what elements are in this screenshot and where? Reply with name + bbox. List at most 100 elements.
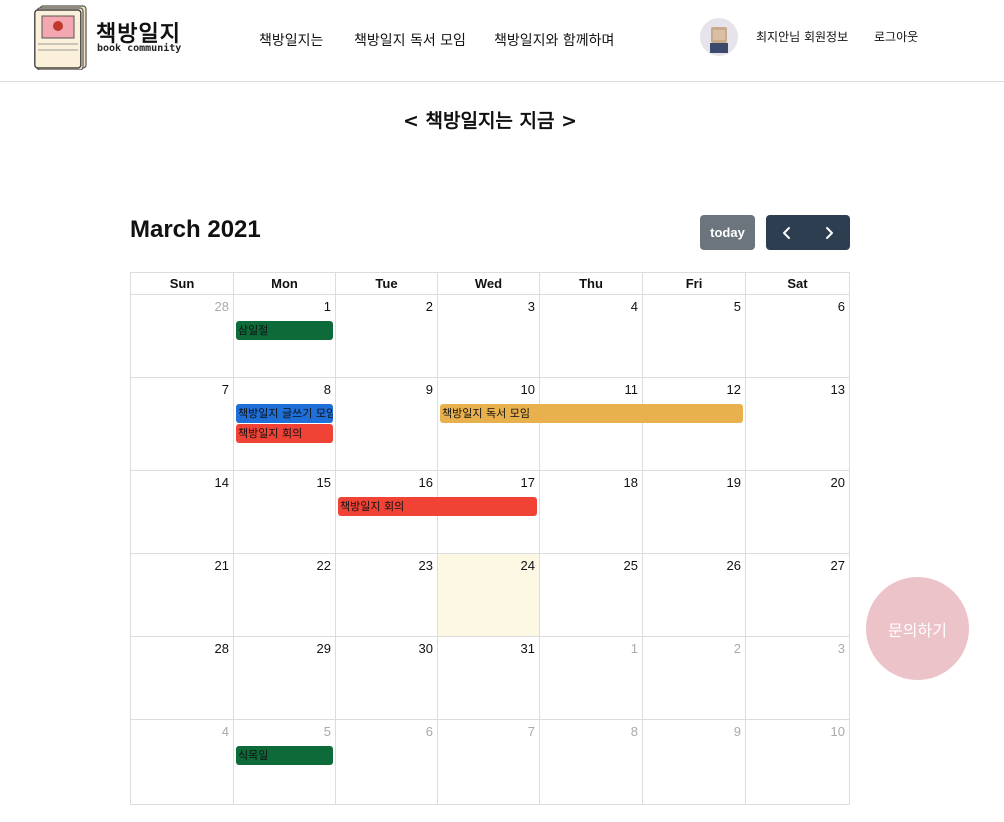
day-cell[interactable]: 20 <box>745 471 850 554</box>
day-number[interactable]: 3 <box>838 641 845 656</box>
nav-about[interactable]: 책방일지는 <box>259 30 323 50</box>
nav-together[interactable]: 책방일지와 함께하며 <box>494 30 614 50</box>
day-number[interactable]: 9 <box>426 382 433 397</box>
day-number[interactable]: 2 <box>734 641 741 656</box>
day-cell[interactable]: 11 <box>539 378 642 471</box>
day-cell[interactable]: 5 <box>642 295 745 378</box>
day-number[interactable]: 6 <box>838 299 845 314</box>
day-cell[interactable]: 4 <box>130 720 233 805</box>
day-number[interactable]: 12 <box>727 382 741 397</box>
day-number[interactable]: 30 <box>419 641 433 656</box>
day-number[interactable]: 15 <box>317 475 331 490</box>
day-cell[interactable]: 15 <box>233 471 335 554</box>
day-number[interactable]: 22 <box>317 558 331 573</box>
calendar-event[interactable]: 삼일절 <box>236 321 333 340</box>
day-number[interactable]: 10 <box>521 382 535 397</box>
day-number[interactable]: 25 <box>624 558 638 573</box>
day-number[interactable]: 21 <box>215 558 229 573</box>
day-cell[interactable]: 22 <box>233 554 335 637</box>
calendar-event[interactable]: 책방일지 독서 모임 <box>440 404 743 423</box>
day-cell[interactable]: 31 <box>437 637 539 720</box>
next-month-button[interactable] <box>808 215 850 250</box>
day-cell[interactable]: 25 <box>539 554 642 637</box>
day-cell[interactable]: 9 <box>335 378 437 471</box>
day-number[interactable]: 20 <box>831 475 845 490</box>
day-number[interactable]: 1 <box>631 641 638 656</box>
day-number[interactable]: 29 <box>317 641 331 656</box>
day-cell[interactable]: 9 <box>642 720 745 805</box>
day-cell-today[interactable]: 24 <box>437 554 539 637</box>
day-number[interactable]: 27 <box>831 558 845 573</box>
day-cell[interactable]: 12 <box>642 378 745 471</box>
day-cell[interactable]: 21 <box>130 554 233 637</box>
day-number[interactable]: 9 <box>734 724 741 739</box>
logout-link[interactable]: 로그아웃 <box>874 28 918 45</box>
day-cell[interactable]: 10 <box>437 378 539 471</box>
day-cell[interactable]: 7 <box>437 720 539 805</box>
day-cell[interactable]: 23 <box>335 554 437 637</box>
day-cell[interactable]: 8 <box>539 720 642 805</box>
day-number[interactable]: 5 <box>734 299 741 314</box>
day-number[interactable]: 6 <box>426 724 433 739</box>
day-number[interactable]: 24 <box>521 558 535 573</box>
day-cell[interactable]: 6 <box>335 720 437 805</box>
day-cell[interactable]: 3 <box>745 637 850 720</box>
day-cell[interactable]: 19 <box>642 471 745 554</box>
book-logo-icon <box>34 5 87 70</box>
calendar-event[interactable]: 책방일지 글쓰기 모임 <box>236 404 333 423</box>
day-cell[interactable]: 27 <box>745 554 850 637</box>
day-cell[interactable]: 3 <box>437 295 539 378</box>
calendar-event[interactable]: 식목일 <box>236 746 333 765</box>
day-number[interactable]: 11 <box>625 382 639 397</box>
calendar-event[interactable]: 책방일지 회의 <box>338 497 537 516</box>
day-number[interactable]: 2 <box>426 299 433 314</box>
day-cell[interactable]: 18 <box>539 471 642 554</box>
day-number[interactable]: 8 <box>324 382 331 397</box>
day-number[interactable]: 1 <box>324 299 331 314</box>
day-cell[interactable]: 28 <box>130 295 233 378</box>
page-heading: < 책방일지는 지금 > <box>402 110 578 132</box>
day-cell[interactable]: 13 <box>745 378 850 471</box>
day-number[interactable]: 4 <box>631 299 638 314</box>
day-cell[interactable]: 2 <box>335 295 437 378</box>
day-number[interactable]: 16 <box>419 475 433 490</box>
day-number[interactable]: 7 <box>528 724 535 739</box>
day-cell[interactable]: 26 <box>642 554 745 637</box>
user-info-link[interactable]: 최지안님 회원정보 <box>756 28 848 45</box>
day-cell[interactable]: 29 <box>233 637 335 720</box>
day-number[interactable]: 31 <box>521 641 535 656</box>
day-number[interactable]: 26 <box>727 558 741 573</box>
day-number[interactable]: 4 <box>222 724 229 739</box>
day-cell[interactable]: 6 <box>745 295 850 378</box>
day-number[interactable]: 19 <box>727 475 741 490</box>
day-cell[interactable]: 14 <box>130 471 233 554</box>
logo[interactable]: 책방일지 book community <box>34 4 184 72</box>
day-number[interactable]: 10 <box>831 724 845 739</box>
day-cell[interactable]: 1 <box>539 637 642 720</box>
day-number[interactable]: 28 <box>215 299 229 314</box>
day-number[interactable]: 28 <box>215 641 229 656</box>
day-cell[interactable]: 30 <box>335 637 437 720</box>
day-cell[interactable]: 7 <box>130 378 233 471</box>
calendar-title: March 2021 <box>130 216 261 243</box>
calendar-event[interactable]: 책방일지 회의 <box>236 424 333 443</box>
day-cell[interactable]: 28 <box>130 637 233 720</box>
day-number[interactable]: 7 <box>222 382 229 397</box>
day-number[interactable]: 13 <box>831 382 845 397</box>
day-number[interactable]: 3 <box>528 299 535 314</box>
prev-month-button[interactable] <box>766 215 808 250</box>
day-number[interactable]: 5 <box>324 724 331 739</box>
day-cell[interactable]: 4 <box>539 295 642 378</box>
nav-reading-club[interactable]: 책방일지 독서 모임 <box>354 30 466 50</box>
day-cell[interactable]: 2 <box>642 637 745 720</box>
day-number[interactable]: 17 <box>521 475 535 490</box>
avatar[interactable] <box>700 18 738 56</box>
day-number[interactable]: 14 <box>215 475 229 490</box>
day-number[interactable]: 8 <box>631 724 638 739</box>
site-header: 책방일지 book community 책방일지는 책방일지 독서 모임 책방일… <box>0 0 1004 82</box>
day-number[interactable]: 18 <box>624 475 638 490</box>
inquiry-button[interactable]: 문의하기 <box>866 577 969 680</box>
today-button[interactable]: today <box>700 215 755 250</box>
day-cell[interactable]: 10 <box>745 720 850 805</box>
day-number[interactable]: 23 <box>419 558 433 573</box>
